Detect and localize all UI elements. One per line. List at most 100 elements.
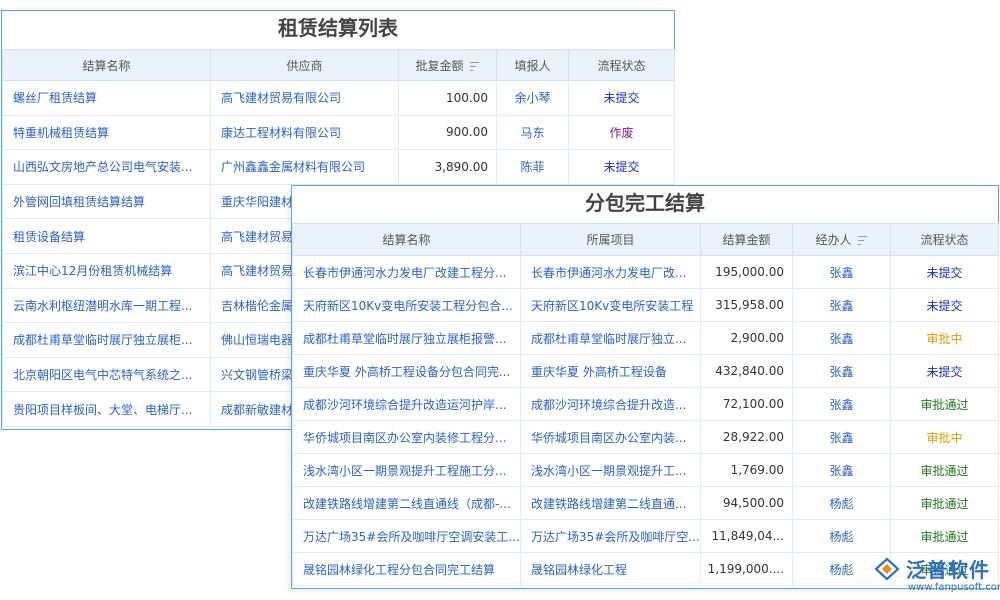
settlement-amount: 432,840.00 <box>701 355 793 388</box>
settlement-amount: 28,922.00 <box>701 421 793 454</box>
project-link[interactable]: 华侨城项目南区办公室内装... <box>521 421 701 454</box>
col-header-status[interactable]: 流程状态 <box>569 50 675 81</box>
col-header-amount[interactable]: 结算金额 <box>701 224 793 256</box>
table-row[interactable]: 改建铁路线增建第二线直通线（成都-...改建铁路线增建第二线直通...94,50… <box>293 487 999 520</box>
settlement-name-link[interactable]: 华侨城项目南区办公室内装修工程分... <box>293 421 521 454</box>
handler-name: 张鑫 <box>793 322 891 355</box>
rental-table-header: 结算名称 供应商 批复金额 填报人 流程状态 <box>3 50 675 81</box>
table-row[interactable]: 天府新区10Kv变电所安装工程分包合...天府新区10Kv变电所安装工程315,… <box>293 289 999 322</box>
settlement-amount: 195,000.00 <box>701 256 793 289</box>
project-link[interactable]: 浅水湾小区一期景观提升工... <box>521 454 701 487</box>
settlement-name-link[interactable]: 万达广场35#会所及咖啡厅空调安装工... <box>293 520 521 553</box>
supplier-link[interactable]: 高飞建材贸易有限公司 <box>211 81 399 116</box>
table-row[interactable]: 浅水湾小区一期景观提升工程施工分...浅水湾小区一期景观提升工...1,769.… <box>293 454 999 487</box>
status-badge: 未提交 <box>569 81 675 116</box>
reporter-name: 马东 <box>497 115 569 150</box>
status-badge: 审批通过 <box>891 520 999 553</box>
project-link[interactable]: 改建铁路线增建第二线直通... <box>521 487 701 520</box>
handler-name: 张鑫 <box>793 454 891 487</box>
settlement-amount: 1,199,000.... <box>701 553 793 586</box>
subcontract-table-header: 结算名称 所属项目 结算金额 经办人 流程状态 <box>293 224 999 256</box>
status-badge: 作废 <box>569 115 675 150</box>
settlement-name-link[interactable]: 云南水利枢纽潜明水库一期工程... <box>3 288 211 323</box>
reporter-name: 陈菲 <box>497 150 569 185</box>
settlement-name-link[interactable]: 成都杜甫草堂临时展厅独立展柜... <box>3 323 211 358</box>
subcontract-panel-title: 分包完工结算 <box>292 186 998 223</box>
status-badge: 未提交 <box>891 289 999 322</box>
approved-amount: 3,890.00 <box>399 150 497 185</box>
project-link[interactable]: 成都沙河环境综合提升改造... <box>521 388 701 421</box>
col-header-status[interactable]: 流程状态 <box>891 224 999 256</box>
table-row[interactable]: 成都沙河环境综合提升改造运河护岸...成都沙河环境综合提升改造...72,100… <box>293 388 999 421</box>
supplier-link[interactable]: 康达工程材料有限公司 <box>211 115 399 150</box>
settlement-amount: 94,500.00 <box>701 487 793 520</box>
col-header-amount[interactable]: 批复金额 <box>399 50 497 81</box>
settlement-name-link[interactable]: 改建铁路线增建第二线直通线（成都-... <box>293 487 521 520</box>
settlement-name-link[interactable]: 晟铭园林绿化工程分包合同完工结算 <box>293 553 521 586</box>
settlement-name-link[interactable]: 贵阳项目样板间、大堂、电梯厅... <box>3 392 211 427</box>
table-row[interactable]: 成都杜甫草堂临时展厅独立展柜报警...成都杜甫草堂临时展厅独立...2,900.… <box>293 322 999 355</box>
sort-icon[interactable] <box>470 62 480 71</box>
settlement-name-link[interactable]: 特重机械租赁结算 <box>3 115 211 150</box>
handler-name: 杨彪 <box>793 520 891 553</box>
project-link[interactable]: 长春市伊通河水力发电厂改... <box>521 256 701 289</box>
approved-amount: 100.00 <box>399 81 497 116</box>
col-header-reporter[interactable]: 填报人 <box>497 50 569 81</box>
settlement-amount: 315,958.00 <box>701 289 793 322</box>
fanpu-logo: 泛普软件 www.fanpusoft.com <box>868 552 996 598</box>
settlement-name-link[interactable]: 滨江中心12月份租赁机械结算 <box>3 253 211 288</box>
status-badge: 审批中 <box>891 421 999 454</box>
settlement-name-link[interactable]: 成都杜甫草堂临时展厅独立展柜报警... <box>293 322 521 355</box>
handler-name: 张鑫 <box>793 256 891 289</box>
settlement-name-link[interactable]: 山西弘文房地产总公司电气安装... <box>3 150 211 185</box>
settlement-name-link[interactable]: 外管网回填租赁结算结算 <box>3 184 211 219</box>
logo-brand: 泛普软件 <box>906 554 990 583</box>
table-row[interactable]: 螺丝厂租赁结算高飞建材贸易有限公司100.00余小琴未提交 <box>3 81 675 116</box>
col-header-supplier[interactable]: 供应商 <box>211 50 399 81</box>
table-row[interactable]: 华侨城项目南区办公室内装修工程分...华侨城项目南区办公室内装...28,922… <box>293 421 999 454</box>
status-badge: 审批通过 <box>891 454 999 487</box>
supplier-link[interactable]: 广州鑫鑫金属材料有限公司 <box>211 150 399 185</box>
approved-amount: 900.00 <box>399 115 497 150</box>
sort-icon[interactable] <box>858 236 868 245</box>
settlement-name-link[interactable]: 重庆华夏 外高桥工程设备分包合同完... <box>293 355 521 388</box>
table-row[interactable]: 万达广场35#会所及咖啡厅空调安装工...万达广场35#会所及咖啡厅空...11… <box>293 520 999 553</box>
settlement-name-link[interactable]: 成都沙河环境综合提升改造运河护岸... <box>293 388 521 421</box>
handler-name: 张鑫 <box>793 421 891 454</box>
handler-name: 杨彪 <box>793 487 891 520</box>
settlement-name-link[interactable]: 螺丝厂租赁结算 <box>3 81 211 116</box>
status-badge: 未提交 <box>569 150 675 185</box>
table-row[interactable]: 山西弘文房地产总公司电气安装...广州鑫鑫金属材料有限公司3,890.00陈菲未… <box>3 150 675 185</box>
settlement-amount: 2,900.00 <box>701 322 793 355</box>
project-link[interactable]: 天府新区10Kv变电所安装工程 <box>521 289 701 322</box>
col-header-name[interactable]: 结算名称 <box>293 224 521 256</box>
col-header-name[interactable]: 结算名称 <box>3 50 211 81</box>
handler-name: 张鑫 <box>793 355 891 388</box>
status-badge: 审批中 <box>891 322 999 355</box>
status-badge: 审批通过 <box>891 388 999 421</box>
settlement-name-link[interactable]: 浅水湾小区一期景观提升工程施工分... <box>293 454 521 487</box>
table-row[interactable]: 特重机械租赁结算康达工程材料有限公司900.00马东作废 <box>3 115 675 150</box>
settlement-amount: 1,769.00 <box>701 454 793 487</box>
fanpu-logo-icon <box>872 556 902 582</box>
settlement-amount: 11,849,04... <box>701 520 793 553</box>
settlement-amount: 72,100.00 <box>701 388 793 421</box>
settlement-name-link[interactable]: 租赁设备结算 <box>3 219 211 254</box>
project-link[interactable]: 重庆华夏 外高桥工程设备 <box>521 355 701 388</box>
status-badge: 未提交 <box>891 256 999 289</box>
settlement-name-link[interactable]: 长春市伊通河水力发电厂改建工程分... <box>293 256 521 289</box>
handler-name: 张鑫 <box>793 388 891 421</box>
reporter-name: 余小琴 <box>497 81 569 116</box>
project-link[interactable]: 万达广场35#会所及咖啡厅空... <box>521 520 701 553</box>
table-row[interactable]: 重庆华夏 外高桥工程设备分包合同完...重庆华夏 外高桥工程设备432,840.… <box>293 355 999 388</box>
subcontract-table: 结算名称 所属项目 结算金额 经办人 流程状态 长春市伊通河水力发电厂改建工程分… <box>292 223 999 586</box>
handler-name: 张鑫 <box>793 289 891 322</box>
project-link[interactable]: 晟铭园林绿化工程 <box>521 553 701 586</box>
col-header-project[interactable]: 所属项目 <box>521 224 701 256</box>
table-row[interactable]: 长春市伊通河水力发电厂改建工程分...长春市伊通河水力发电厂改...195,00… <box>293 256 999 289</box>
settlement-name-link[interactable]: 北京朝阳区电气中芯特气系统之... <box>3 357 211 392</box>
subcontract-settlement-panel: 分包完工结算 结算名称 所属项目 结算金额 经办人 流程状态 长春市伊通河水力发… <box>291 185 999 589</box>
col-header-handler[interactable]: 经办人 <box>793 224 891 256</box>
settlement-name-link[interactable]: 天府新区10Kv变电所安装工程分包合... <box>293 289 521 322</box>
project-link[interactable]: 成都杜甫草堂临时展厅独立... <box>521 322 701 355</box>
